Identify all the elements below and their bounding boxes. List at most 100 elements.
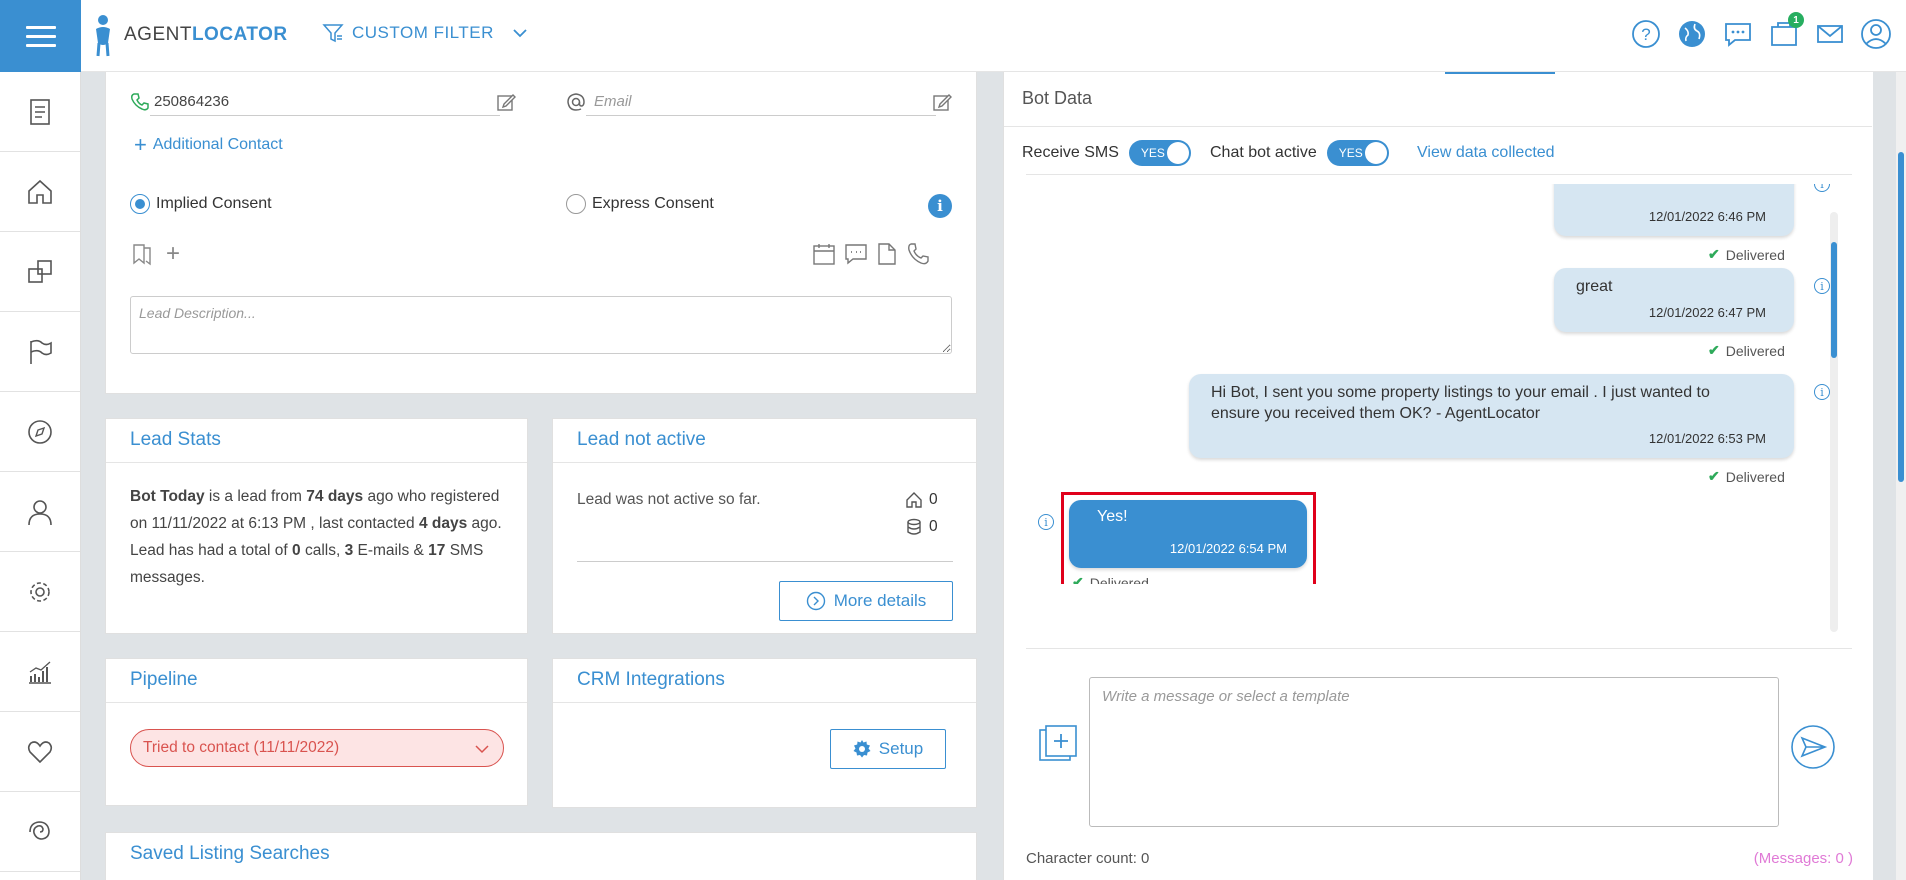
note-icon[interactable] (876, 242, 898, 266)
message-info-icon[interactable]: i (1814, 184, 1830, 192)
page-scrollbar[interactable] (1896, 72, 1906, 880)
message-text: great (1576, 278, 1613, 295)
setup-label: Setup (878, 739, 924, 758)
pipeline-title: Pipeline (106, 659, 527, 703)
add-template-icon[interactable] (1038, 724, 1078, 764)
sidebar-item-spiral[interactable] (0, 792, 80, 872)
sms-icon[interactable] (844, 242, 868, 266)
message-status-label: Delivered (1725, 246, 1785, 263)
help-button[interactable]: ? (1630, 18, 1662, 50)
stats-text-4: calls, (300, 542, 345, 559)
implied-consent-radio[interactable] (130, 194, 150, 214)
express-consent-option[interactable]: Express Consent (566, 194, 714, 214)
notifications-button[interactable]: 1 (1768, 12, 1804, 50)
notification-badge: 1 (1788, 12, 1804, 28)
setup-button[interactable]: Setup (830, 729, 946, 769)
implied-consent-label: Implied Consent (156, 195, 272, 212)
phone-icon (131, 93, 149, 111)
message-info-icon[interactable]: i (1814, 384, 1830, 400)
globe-button[interactable] (1676, 18, 1708, 50)
send-icon[interactable] (1790, 724, 1836, 770)
receive-sms-row: Receive SMS YES (1022, 140, 1191, 166)
bot-data-title: Bot Data (1022, 88, 1093, 108)
toggle-text: YES (1338, 146, 1363, 160)
menu-button[interactable] (0, 0, 81, 72)
phone-field[interactable]: 250864236 (150, 88, 500, 116)
message-status: ✔ Delivered (1708, 246, 1785, 263)
crm-integrations-card: CRM Integrations Setup (552, 658, 977, 808)
lead-age: 74 days (306, 488, 364, 505)
page-scrollbar-thumb[interactable] (1898, 152, 1904, 482)
more-details-button[interactable]: More details (779, 581, 953, 621)
top-bar: AGENTLOCATOR CUSTOM FILTER ? 1 (0, 0, 1906, 72)
express-consent-label: Express Consent (592, 195, 714, 212)
message-info-icon[interactable]: i (1814, 278, 1830, 294)
gear-icon (853, 740, 871, 758)
sidebar-item-explore[interactable] (0, 392, 80, 472)
lead-name: Bot Today (130, 488, 205, 505)
phone-call-icon[interactable] (906, 242, 930, 266)
edit-phone-icon[interactable] (496, 92, 516, 112)
sidebar-item-documents[interactable] (0, 72, 80, 152)
custom-filter-button[interactable]: CUSTOM FILTER (322, 22, 530, 44)
plus-icon: + (134, 132, 147, 157)
chat-scrollbar-thumb[interactable] (1831, 242, 1837, 358)
lead-description-input[interactable] (130, 296, 952, 354)
crm-title: CRM Integrations (553, 659, 976, 703)
sidebar-item-favorites[interactable] (0, 712, 80, 792)
check-icon: ✔ (1708, 246, 1720, 262)
logo-mark-icon (96, 15, 110, 57)
profile-button[interactable] (1860, 18, 1892, 50)
message-status-label: Delivered (1725, 342, 1785, 359)
message-bubble: Hi Bot, I sent you some property listing… (1189, 374, 1794, 458)
message-text: Hi Bot, I sent you some property listing… (1211, 384, 1710, 422)
message-bubble: great 12/01/2022 6:47 PM (1554, 268, 1794, 332)
brand-part1: AGENT (124, 24, 192, 45)
home-icon (906, 492, 922, 508)
email-field[interactable]: Email (586, 88, 936, 116)
check-icon: ✔ (1708, 468, 1720, 484)
user-icon (28, 499, 52, 525)
contact-card: 250864236 Email + Additional Contact Imp… (105, 72, 977, 394)
chat-button[interactable] (1722, 18, 1754, 50)
message-info-icon[interactable]: i (1038, 514, 1054, 530)
implied-consent-option[interactable]: Implied Consent (130, 194, 272, 214)
logo[interactable]: AGENTLOCATOR (92, 12, 288, 58)
receive-sms-toggle[interactable]: YES (1128, 140, 1191, 166)
chevron-right-circle-icon (806, 591, 825, 611)
sidebar-item-duplicates[interactable] (0, 232, 80, 312)
phone-value: 250864236 (154, 93, 230, 110)
pipeline-select[interactable]: Tried to contact (11/11/2022) (130, 729, 504, 767)
consent-info-icon[interactable]: i (928, 194, 952, 218)
chart-icon (29, 661, 51, 684)
express-consent-radio[interactable] (566, 194, 586, 214)
edit-email-icon[interactable] (932, 92, 952, 112)
chat-history[interactable]: g 12/01/2022 6:46 PM i ✔ Delivered great … (1026, 184, 1834, 584)
message-input[interactable] (1089, 677, 1779, 827)
sidebar-item-flags[interactable] (0, 312, 80, 392)
menu-line (25, 43, 56, 47)
message-bubble: g 12/01/2022 6:46 PM (1554, 184, 1794, 236)
lead-stats-text: Bot Today is a lead from 74 days ago who… (106, 463, 527, 611)
mail-button[interactable] (1814, 18, 1846, 50)
additional-contact-link[interactable]: + Additional Contact (134, 132, 283, 157)
calendar-icon[interactable] (812, 242, 836, 266)
sidebar (0, 72, 81, 880)
brand-name: AGENTLOCATOR (124, 24, 288, 46)
sidebar-item-settings[interactable] (0, 552, 80, 632)
sidebar-item-users[interactable] (0, 472, 80, 552)
receive-sms-label: Receive SMS (1022, 144, 1119, 161)
bookmark-icon[interactable] (130, 242, 154, 266)
sms-count: 17 (428, 542, 446, 559)
heart-icon (27, 740, 53, 763)
chat-bot-row: Chat bot active YES (1210, 140, 1389, 166)
lead-not-active-title: Lead not active (553, 419, 976, 463)
chat-bot-toggle[interactable]: YES (1326, 140, 1389, 166)
sidebar-item-reports[interactable] (0, 632, 80, 712)
lead-stats-title: Lead Stats (106, 419, 527, 463)
sidebar-item-home[interactable] (0, 152, 80, 232)
message-time: 12/01/2022 6:53 PM (1648, 431, 1766, 446)
message-time: 12/01/2022 6:47 PM (1648, 305, 1766, 320)
view-data-collected-link[interactable]: View data collected (1417, 144, 1555, 162)
add-tag-icon[interactable]: + (166, 240, 180, 268)
